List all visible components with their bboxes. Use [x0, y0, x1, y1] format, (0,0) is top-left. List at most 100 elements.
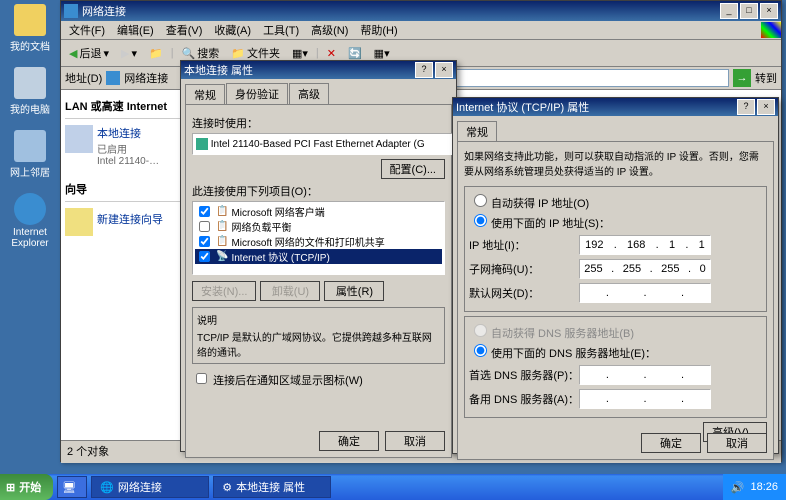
delete-button[interactable]: ✕: [323, 45, 340, 62]
dlg2-cancel-button[interactable]: 取消: [707, 433, 767, 453]
connection-icon: [65, 125, 93, 153]
tab-general[interactable]: 常规: [185, 84, 225, 105]
sidebar-connection-item[interactable]: 本地连接 已启用 Intel 21140-…: [65, 121, 180, 171]
sidebar-heading: LAN 或高速 Internet: [65, 98, 180, 114]
dlg1-ok-button[interactable]: 确定: [319, 431, 379, 451]
dlg1-body: 连接时使用： Intel 21140-Based PCI Fast Ethern…: [185, 104, 452, 458]
menu-advanced[interactable]: 高级(N): [305, 20, 354, 40]
component-fileshare[interactable]: 📋Microsoft 网络的文件和打印机共享: [195, 234, 442, 249]
dlg2-titlebar[interactable]: Internet 协议 (TCP/IP) 属性 ? ×: [453, 98, 778, 116]
dlg2-ok-button[interactable]: 确定: [641, 433, 701, 453]
sidebar: LAN 或高速 Internet 本地连接 已启用 Intel 21140-… …: [61, 90, 185, 440]
quick-launch[interactable]: 🖥: [57, 476, 87, 498]
start-button[interactable]: ⊞开始: [0, 474, 53, 500]
network-neighborhood-icon[interactable]: 网上邻居: [6, 130, 54, 179]
window-icon: [64, 4, 78, 18]
explorer-titlebar[interactable]: 网络连接 _ □ ×: [61, 1, 781, 21]
taskbar: ⊞开始 🖥 🌐网络连接 ⚙本地连接 属性 🔊18:26: [0, 474, 786, 500]
component-nlb[interactable]: 📋网络负载平衡: [195, 219, 442, 234]
back-button[interactable]: ◀后退▾: [65, 43, 113, 63]
tcpip-hint: 如果网络支持此功能，则可以获取自动指派的 IP 设置。否则，您需要从网络系统管理…: [464, 148, 767, 178]
my-documents-icon[interactable]: 我的文档: [6, 4, 54, 53]
gateway-input[interactable]: ...: [579, 283, 711, 303]
component-tcpip[interactable]: 📡Internet 协议 (TCP/IP): [195, 249, 442, 264]
desktop-icons: 我的文档 我的电脑 网上邻居 Internet Explorer: [6, 4, 54, 263]
auto-ip-radio[interactable]: [474, 194, 487, 207]
menu-file[interactable]: 文件(F): [63, 20, 111, 40]
dlg2-close-button[interactable]: ×: [757, 99, 775, 115]
ip-input[interactable]: 192.168.1.1: [579, 235, 711, 255]
menu-help[interactable]: 帮助(H): [354, 20, 403, 40]
dlg1-close-button[interactable]: ×: [435, 62, 453, 78]
configure-button[interactable]: 配置(C)...: [381, 159, 445, 179]
uninstall-button: 卸载(U): [260, 281, 320, 301]
menu-tools[interactable]: 工具(T): [257, 20, 305, 40]
go-label: 转到: [755, 70, 777, 86]
maximize-button[interactable]: □: [740, 3, 758, 19]
connection-status: 已启用: [97, 141, 159, 156]
ip-label: IP 地址(I)：: [469, 237, 579, 253]
forward-button[interactable]: ▶▾: [117, 45, 141, 62]
internet-explorer-icon[interactable]: Internet Explorer: [6, 193, 54, 249]
views-button[interactable]: ▦▾: [288, 45, 312, 62]
views2-button[interactable]: ▦▾: [370, 45, 394, 62]
sidebar-wizard-item[interactable]: 新建连接向导: [65, 204, 180, 240]
address-icon: [106, 71, 120, 85]
menu-view[interactable]: 查看(V): [160, 20, 209, 40]
description-text: TCP/IP 是默认的广域网协议。它提供跨越多种互联网络的通讯。: [197, 329, 440, 359]
tray-icon[interactable]: 🔊: [731, 481, 745, 494]
refresh-button[interactable]: 🔄: [344, 45, 366, 62]
minimize-button[interactable]: _: [720, 3, 738, 19]
show-icon-checkbox[interactable]: [196, 373, 207, 384]
dns1-input[interactable]: ...: [579, 365, 711, 385]
show-icon-label: 连接后在通知区域显示图标(W): [213, 375, 363, 387]
system-tray[interactable]: 🔊18:26: [723, 474, 786, 500]
adapter-combo[interactable]: Intel 21140-Based PCI Fast Ethernet Adap…: [192, 133, 453, 155]
components-list[interactable]: 📋Microsoft 网络客户端 📋网络负载平衡 📋Microsoft 网络的文…: [192, 201, 445, 275]
my-computer-icon[interactable]: 我的电脑: [6, 67, 54, 116]
description-group: 说明 TCP/IP 是默认的广域网协议。它提供跨越多种互联网络的通讯。: [192, 307, 445, 364]
wizard-label: 新建连接向导: [97, 208, 163, 236]
dlg2-tab-general[interactable]: 常规: [457, 121, 497, 142]
component-client[interactable]: 📋Microsoft 网络客户端: [195, 204, 442, 219]
dns1-label: 首选 DNS 服务器(P)：: [469, 367, 579, 383]
up-button[interactable]: 📁: [145, 45, 167, 62]
dlg1-title: 本地连接 属性: [184, 62, 253, 78]
dlg1-titlebar[interactable]: 本地连接 属性 ? ×: [181, 61, 456, 79]
window-title: 网络连接: [82, 3, 126, 19]
manual-dns-radio[interactable]: [474, 344, 487, 357]
connection-adapter: Intel 21140-…: [97, 156, 159, 167]
manual-ip-radio[interactable]: [474, 214, 487, 227]
mask-input[interactable]: 255.255.255.0: [579, 259, 711, 279]
close-button[interactable]: ×: [760, 3, 778, 19]
dlg2-help-button[interactable]: ?: [737, 99, 755, 115]
mask-label: 子网掩码(U)：: [469, 261, 579, 277]
tab-auth[interactable]: 身份验证: [226, 83, 288, 104]
start-icon: ⊞: [6, 481, 15, 494]
go-button[interactable]: →: [733, 69, 751, 87]
address-label: 地址(D): [65, 70, 102, 86]
adapter-icon: [196, 138, 208, 150]
windows-flag-icon: [761, 22, 781, 38]
task-network[interactable]: 🌐网络连接: [91, 476, 209, 498]
manual-dns-row[interactable]: 使用下面的 DNS 服务器地址(E)：: [469, 341, 762, 361]
menu-edit[interactable]: 编辑(E): [111, 20, 160, 40]
install-button: 安装(N)...: [192, 281, 256, 301]
auto-dns-radio: [474, 324, 487, 337]
tab-advanced[interactable]: 高级: [289, 83, 329, 104]
tcpip-properties-dialog: Internet 协议 (TCP/IP) 属性 ? × 常规 如果网络支持此功能…: [452, 97, 779, 454]
wizard-icon: [65, 208, 93, 236]
dns2-input[interactable]: ...: [579, 389, 711, 409]
dlg1-help-button[interactable]: ?: [415, 62, 433, 78]
dlg2-body: 如果网络支持此功能，则可以获取自动指派的 IP 设置。否则，您需要从网络系统管理…: [457, 141, 774, 460]
connection-name: 本地连接: [97, 125, 159, 141]
extra-address-input[interactable]: [432, 69, 729, 87]
menu-favorites[interactable]: 收藏(A): [208, 20, 257, 40]
show-icon-row: 连接后在通知区域显示图标(W): [192, 370, 445, 388]
manual-ip-row[interactable]: 使用下面的 IP 地址(S)：: [469, 211, 762, 231]
dlg1-cancel-button[interactable]: 取消: [385, 431, 445, 451]
properties-button[interactable]: 属性(R): [324, 281, 384, 301]
task-properties[interactable]: ⚙本地连接 属性: [213, 476, 331, 498]
components-label: 此连接使用下列项目(O)：: [192, 183, 445, 199]
auto-ip-row[interactable]: 自动获得 IP 地址(O): [469, 191, 762, 211]
